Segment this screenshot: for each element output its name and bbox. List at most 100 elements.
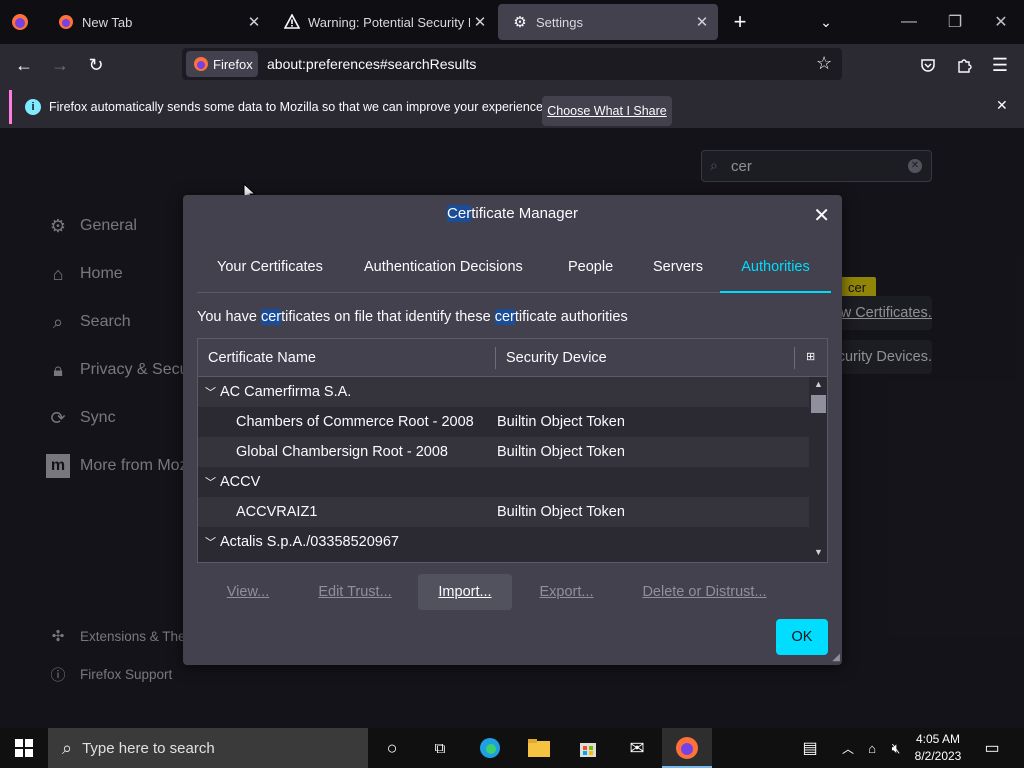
back-arrow-icon[interactable]: ← — [11, 53, 37, 77]
tree-group-row[interactable]: ﹀ AC Camerfirma S.A. — [198, 377, 809, 407]
close-icon[interactable]: ✕ — [813, 203, 830, 228]
chevron-down-icon: ﹀ — [205, 387, 216, 399]
nav-bar: ← → ↻ Firefox about:preferences#searchRe… — [0, 44, 1024, 86]
title-highlight: Cer — [447, 205, 472, 222]
search-placeholder: Type here to search — [82, 739, 215, 757]
url-bar[interactable]: Firefox about:preferences#searchResults … — [182, 48, 842, 80]
notification-text: Firefox automatically sends some data to… — [49, 100, 547, 114]
tab-people[interactable]: People — [568, 259, 613, 293]
taskbar-firefox-active[interactable] — [662, 728, 712, 768]
extensions-puzzle-icon[interactable] — [951, 53, 977, 77]
forward-arrow-icon[interactable]: → — [47, 53, 73, 77]
minimize-icon[interactable]: — — [886, 0, 932, 44]
mail-envelope-icon[interactable]: ✉ — [623, 734, 651, 762]
delete-or-distrust-button[interactable]: Delete or Distrust... — [623, 574, 786, 610]
edit-trust-button[interactable]: Edit Trust... — [306, 574, 404, 610]
scroll-down-arrow-icon[interactable]: ▼ — [814, 547, 823, 557]
clock-date: 8/2/2023 — [914, 749, 962, 763]
file-explorer-icon[interactable] — [525, 734, 553, 762]
clock-time: 4:05 AM — [915, 732, 961, 746]
firefox-view-icon[interactable] — [10, 12, 30, 32]
pocket-icon[interactable] — [915, 53, 941, 77]
info-icon: i — [25, 99, 41, 115]
authorities-description: You have certificates on file that ident… — [197, 309, 628, 325]
new-tab-plus-icon[interactable]: + — [728, 10, 752, 34]
column-divider — [495, 347, 496, 369]
tab-settings[interactable]: ⚙ Settings ✕ — [498, 4, 718, 40]
restore-icon[interactable]: ❐ — [932, 0, 978, 44]
tab-your-certificates[interactable]: Your Certificates — [217, 259, 323, 293]
close-window-icon[interactable]: ✕ — [978, 0, 1024, 44]
dialog-title: Certificate Manager — [183, 205, 842, 222]
tab-authorities[interactable]: Authorities — [720, 259, 831, 293]
warning-icon — [284, 14, 300, 30]
tree-scrollbar[interactable]: ▲ ▼ — [810, 377, 827, 562]
close-notification-icon[interactable]: ✕ — [996, 97, 1008, 114]
reload-icon[interactable]: ↻ — [83, 53, 109, 77]
url-text[interactable]: about:preferences#searchResults — [267, 56, 476, 72]
bookmark-star-icon[interactable]: ☆ — [816, 53, 832, 74]
scroll-up-arrow-icon[interactable]: ▲ — [814, 379, 823, 389]
cert-name: AC Camerfirma S.A. — [220, 384, 352, 400]
firefox-icon — [193, 56, 209, 72]
system-clock[interactable]: 4:05 AM 8/2/2023 — [910, 731, 966, 765]
list-all-tabs-chevron-icon[interactable]: ⌄ — [814, 10, 838, 34]
tab-security-warning[interactable]: Warning: Potential Security Risk ✕ — [270, 0, 496, 44]
title-text: tificate Manager — [471, 205, 578, 222]
cert-name: ACCV — [220, 474, 261, 490]
tree-cert-row[interactable]: Global Chambersign Root - 2008 Builtin O… — [198, 437, 809, 467]
windows-taskbar: ⌕ Type here to search ○ ⧉ ✉ ▤ ︿ ⌂ 🔇︎ 4:0… — [0, 728, 1024, 768]
tab-new-tab[interactable]: New Tab ✕ — [44, 0, 270, 44]
desc-highlight: cer — [494, 309, 515, 325]
close-tab-icon[interactable]: ✕ — [244, 13, 264, 31]
chevron-down-icon: ﹀ — [205, 477, 216, 489]
scrollbar-thumb[interactable] — [811, 395, 826, 413]
cert-device: Builtin Object Token — [497, 444, 625, 460]
view-button[interactable]: View... — [199, 574, 297, 610]
chevron-down-icon: ﹀ — [205, 537, 216, 549]
close-tab-icon[interactable]: ✕ — [470, 13, 490, 31]
tree-cert-row[interactable]: Chambers of Commerce Root - 2008 Builtin… — [198, 407, 809, 437]
import-button[interactable]: Import... — [418, 574, 512, 610]
tab-label: New Tab — [82, 14, 133, 30]
cert-name: ACCVRAIZ1 — [236, 504, 318, 520]
column-picker-icon[interactable]: ⊞ — [806, 350, 815, 363]
firefox-icon — [676, 737, 698, 759]
tree-group-row[interactable]: ﹀ ACCV — [198, 467, 809, 497]
cert-device: Builtin Object Token — [497, 414, 625, 430]
desc-text: tificate authorities — [514, 309, 628, 325]
column-header-certificate-name[interactable]: Certificate Name — [208, 350, 316, 366]
firefox-icon — [58, 14, 74, 30]
ok-button[interactable]: OK — [776, 619, 828, 655]
tab-authentication-decisions[interactable]: Authentication Decisions — [364, 259, 523, 293]
edge-browser-icon[interactable] — [476, 734, 504, 762]
menu-hamburger-icon[interactable]: ☰ — [987, 53, 1013, 77]
microsoft-store-icon[interactable] — [574, 734, 602, 762]
identity-box[interactable]: Firefox — [186, 51, 258, 77]
choose-what-i-share-button[interactable]: Choose What I Share — [542, 96, 672, 126]
tab-servers[interactable]: Servers — [653, 259, 703, 293]
gear-icon: ⚙ — [513, 14, 527, 31]
action-center-icon[interactable]: ▭ — [978, 734, 1006, 762]
close-tab-icon[interactable]: ✕ — [692, 13, 712, 31]
tab-strip: New Tab ✕ Warning: Potential Security Ri… — [0, 0, 1024, 44]
notification-badge-icon[interactable]: ▤ — [796, 734, 824, 762]
task-view-icon[interactable]: ⧉ — [426, 734, 454, 762]
cert-device: Builtin Object Token — [497, 504, 625, 520]
desc-text: tificates on file that identify these — [281, 309, 495, 325]
taskbar-search-input[interactable]: ⌕ Type here to search — [48, 728, 368, 768]
export-button[interactable]: Export... — [524, 574, 609, 610]
volume-muted-icon[interactable]: 🔇︎ — [882, 734, 910, 762]
tree-group-row[interactable]: ﹀ Actalis S.p.A./03358520967 — [198, 527, 809, 557]
identity-label: Firefox — [213, 56, 253, 72]
desc-highlight: cer — [260, 309, 282, 325]
notification-inner: i Firefox automatically sends some data … — [9, 90, 1021, 126]
tree-header: Certificate Name Security Device ⊞ — [198, 339, 827, 377]
windows-start-icon[interactable] — [10, 734, 38, 762]
notification-bar: i Firefox automatically sends some data … — [0, 86, 1024, 128]
resize-grip-icon[interactable]: ◢ — [832, 652, 840, 663]
column-header-security-device[interactable]: Security Device — [506, 350, 607, 366]
tree-cert-row[interactable]: ACCVRAIZ1 Builtin Object Token — [198, 497, 809, 527]
certificate-tree[interactable]: Certificate Name Security Device ⊞ ﹀ AC … — [197, 338, 828, 563]
cortana-circle-icon[interactable]: ○ — [378, 734, 406, 762]
